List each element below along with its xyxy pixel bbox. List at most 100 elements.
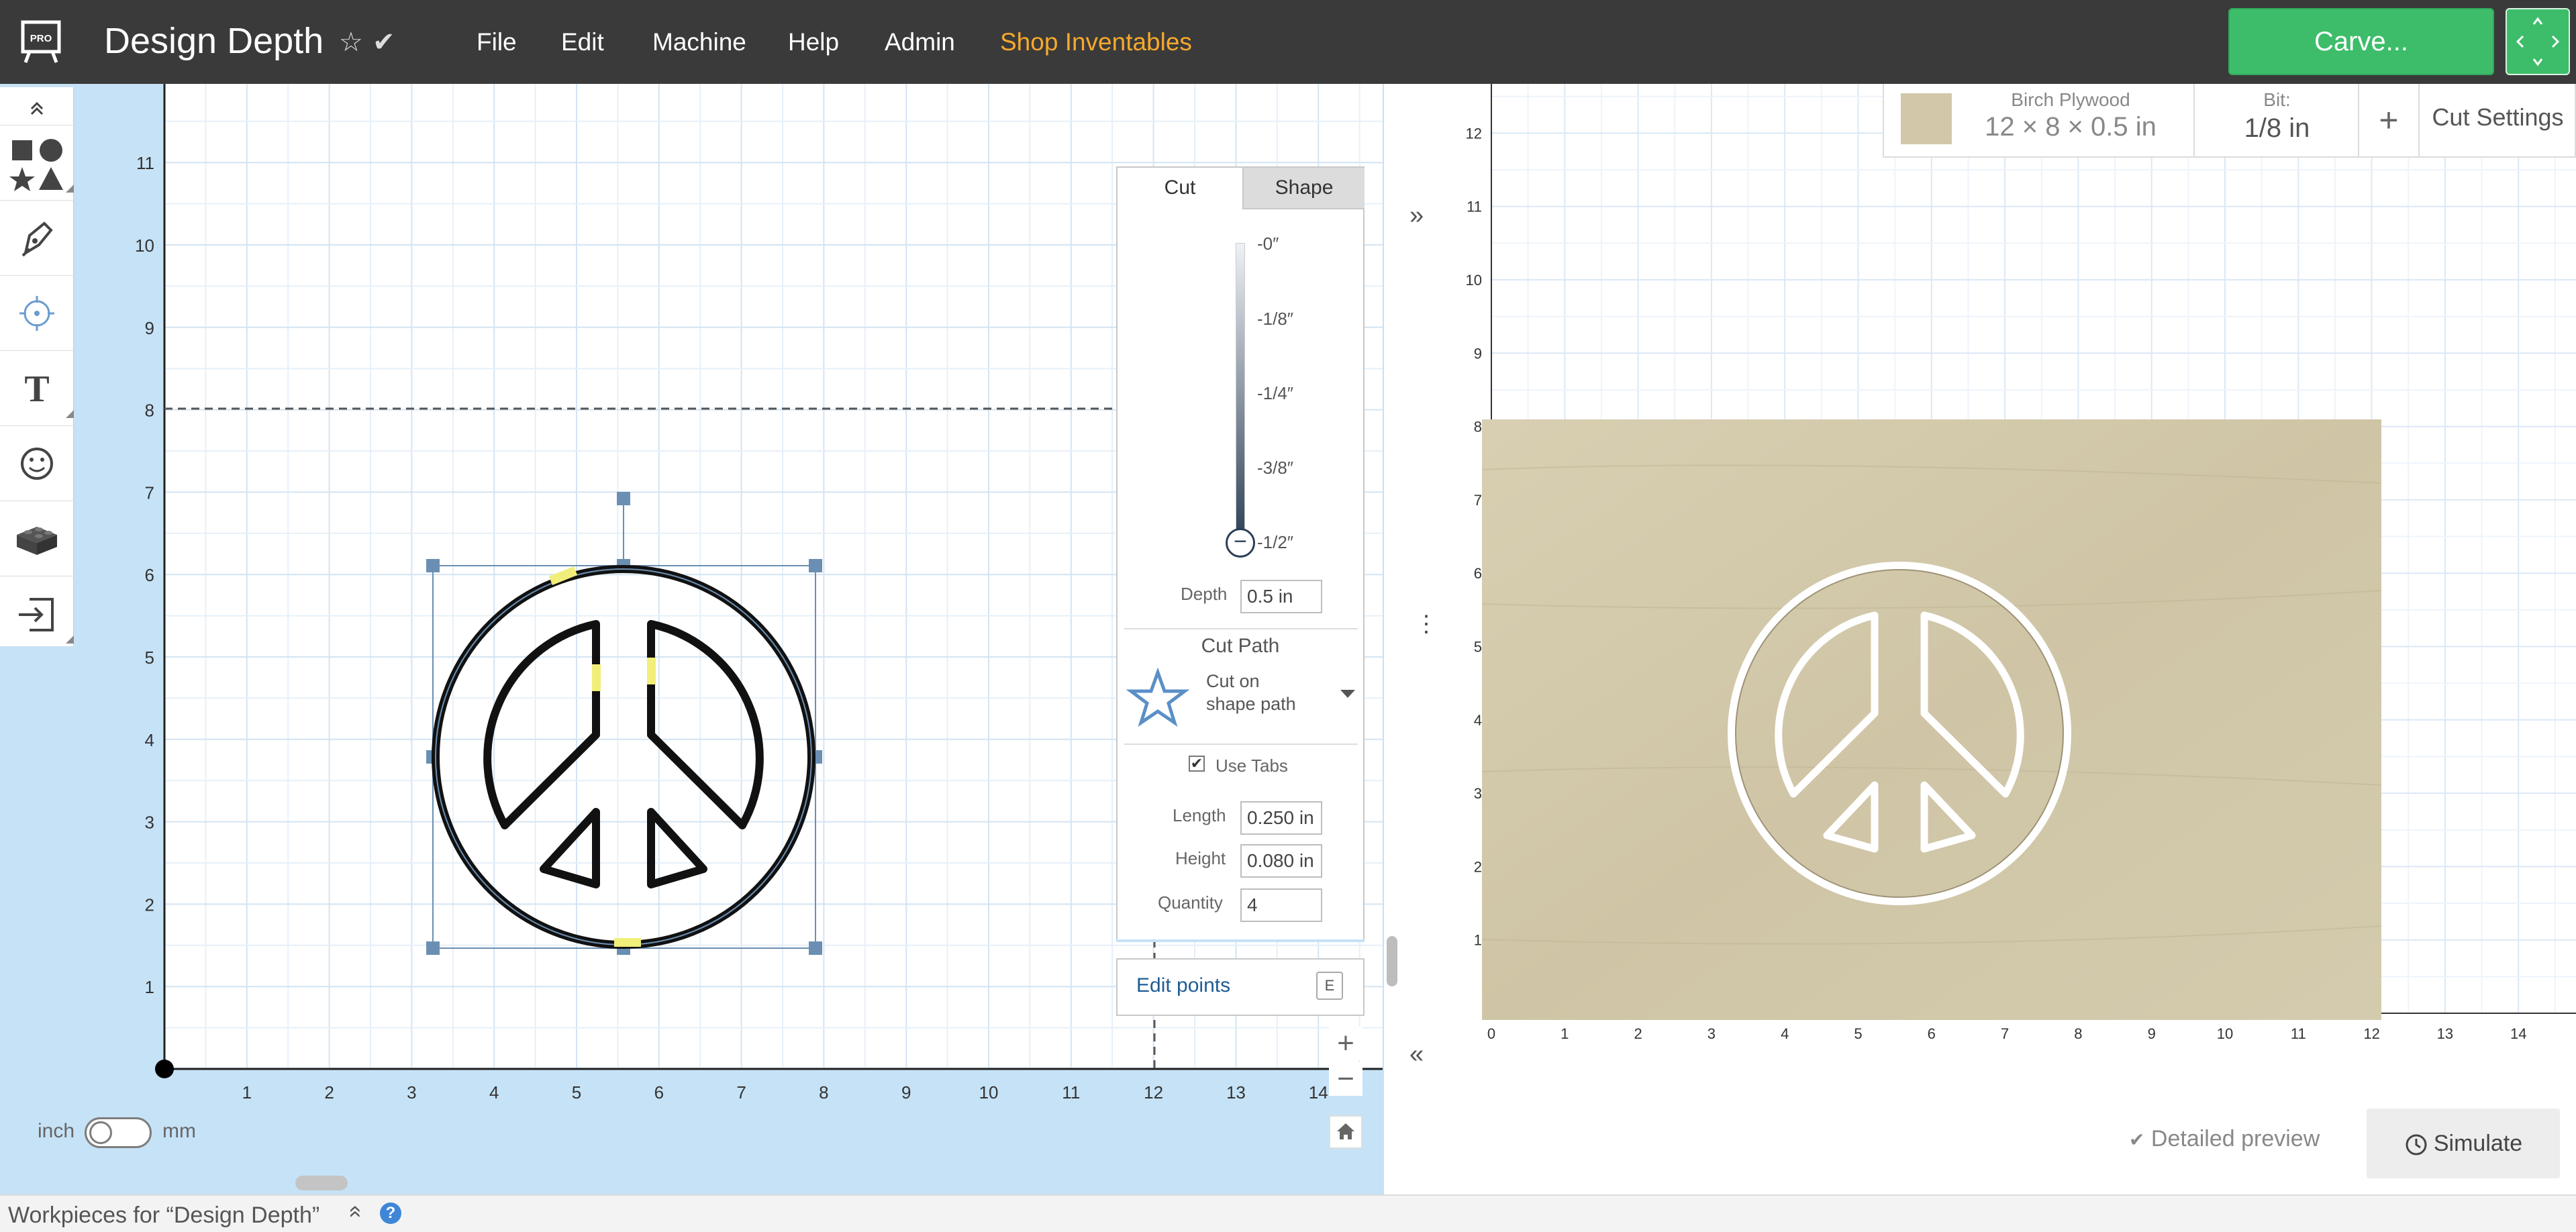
- text-icon: T: [24, 368, 74, 418]
- horizontal-scroll-thumb[interactable]: [295, 1176, 348, 1190]
- resize-handle-tr[interactable]: [809, 559, 822, 572]
- depth-input[interactable]: 0.5 in: [1240, 580, 1322, 613]
- detailed-preview-toggle[interactable]: ✔ Detailed preview: [2129, 1126, 2320, 1152]
- cut-path-title: Cut Path: [1201, 635, 1280, 657]
- cut-path-selector[interactable]: Cut on shape path: [1124, 664, 1358, 738]
- shapes-icon: [9, 139, 74, 193]
- chevron-down-icon: [1340, 690, 1355, 698]
- easel-logo-icon[interactable]: PRO: [17, 18, 64, 65]
- text-tool[interactable]: T: [0, 351, 74, 426]
- preview-y-tick-label: 4: [1474, 712, 1482, 729]
- unit-inch-label: inch: [38, 1120, 75, 1142]
- vertical-scrollbar[interactable]: [1393, 84, 1401, 1194]
- tab-shape[interactable]: Shape: [1242, 168, 1365, 209]
- chevron-up-double-icon: [30, 101, 44, 115]
- point-tool[interactable]: [0, 276, 74, 351]
- collapse-left-icon[interactable]: «: [1409, 1040, 1424, 1069]
- cut-settings-button[interactable]: Cut Settings: [2420, 84, 2576, 156]
- tab-marker: [647, 658, 656, 684]
- tab-length-input[interactable]: 0.250 in: [1240, 801, 1322, 835]
- detailed-preview-label: Detailed preview: [2150, 1126, 2320, 1151]
- cut-path-line2: shape path: [1206, 694, 1296, 714]
- tab-length-label: Length: [1173, 805, 1226, 825]
- collapse-right-icon[interactable]: »: [1409, 201, 1424, 230]
- chevron-up-icon[interactable]: »: [341, 1205, 367, 1218]
- menu-machine[interactable]: Machine: [652, 25, 746, 59]
- resize-handle-tl[interactable]: [426, 559, 440, 572]
- project-title[interactable]: Design Depth: [104, 17, 324, 64]
- star-icon[interactable]: ☆: [339, 25, 363, 59]
- depth-mark-1-2: -1/2″: [1257, 532, 1294, 552]
- home-icon: [1337, 1123, 1354, 1139]
- preview-y-tick-label: 9: [1474, 345, 1482, 362]
- import-tool[interactable]: [0, 576, 74, 652]
- emoji-tool[interactable]: [0, 426, 74, 501]
- menu-shop-inventables[interactable]: Shop Inventables: [1000, 25, 1192, 59]
- x-tick-label: 6: [654, 1082, 664, 1102]
- import-icon: [19, 598, 74, 644]
- unit-toggle[interactable]: [85, 1117, 152, 1148]
- add-bit-button[interactable]: +: [2359, 84, 2420, 156]
- expand-button[interactable]: [2506, 8, 2570, 75]
- menu-help[interactable]: Help: [788, 25, 839, 59]
- menu-file[interactable]: File: [477, 25, 517, 59]
- lego-brick-icon: [17, 527, 57, 555]
- menu-admin[interactable]: Admin: [885, 25, 955, 59]
- preview-x-tick-label: 10: [2217, 1025, 2233, 1042]
- depth-slider[interactable]: [1236, 243, 1245, 544]
- depth-mark-1-8: -1/8″: [1257, 309, 1294, 329]
- depth-slider-handle[interactable]: −: [1226, 528, 1255, 558]
- resize-handle-br[interactable]: [809, 941, 822, 955]
- material-swatch: [1901, 93, 1952, 144]
- resize-handle-bl[interactable]: [426, 941, 440, 955]
- y-tick-label: 2: [145, 894, 154, 915]
- toolbox-collapse[interactable]: [0, 87, 74, 125]
- cut-path-line1: Cut on: [1206, 671, 1260, 691]
- pen-tool[interactable]: [0, 201, 74, 276]
- preview-x-tick-label: 0: [1487, 1025, 1495, 1042]
- simulate-button[interactable]: Simulate: [2367, 1109, 2560, 1178]
- y-tick-label: 1: [145, 977, 154, 997]
- shapes-tool[interactable]: [0, 125, 74, 201]
- use-tabs-checkbox[interactable]: ✔: [1189, 756, 1205, 772]
- rotate-handle[interactable]: [617, 492, 630, 505]
- y-tick-label: 11: [136, 153, 154, 173]
- material-selector[interactable]: Birch Plywood 12 × 8 × 0.5 in: [1884, 84, 2195, 156]
- x-tick-label: 3: [407, 1082, 416, 1102]
- material-toolbar: Birch Plywood 12 × 8 × 0.5 in Bit: 1/8 i…: [1883, 84, 2576, 158]
- help-icon[interactable]: ?: [380, 1202, 401, 1224]
- bit-value: 1/8 in: [2244, 113, 2310, 143]
- vertical-scroll-thumb[interactable]: [1387, 936, 1397, 986]
- edit-points-button[interactable]: Edit points E: [1116, 958, 1365, 1016]
- material-name: Birch Plywood: [2011, 89, 2130, 110]
- zoom-out-button[interactable]: −: [1329, 1062, 1363, 1096]
- unit-mm-label: mm: [162, 1120, 196, 1142]
- preview-y-tick-label: 7: [1474, 492, 1482, 509]
- y-tick-label: 4: [145, 730, 154, 750]
- carve-button[interactable]: Carve...: [2228, 8, 2494, 75]
- y-tick-label: 5: [145, 648, 154, 668]
- tab-marker: [592, 664, 601, 691]
- preview-y-tick-label: 6: [1474, 565, 1482, 582]
- home-view-button[interactable]: [1329, 1115, 1363, 1149]
- tab-cut[interactable]: Cut: [1118, 168, 1242, 209]
- preview-x-tick-label: 12: [2363, 1025, 2379, 1042]
- preview-x-tick-label: 3: [1707, 1025, 1716, 1042]
- zoom-in-button[interactable]: +: [1329, 1027, 1363, 1060]
- preview-y-tick-label: 12: [1466, 125, 1482, 142]
- menu-edit[interactable]: Edit: [561, 25, 604, 59]
- preview-y-tick-label: 5: [1474, 639, 1482, 656]
- tab-quantity-input[interactable]: 4: [1240, 888, 1322, 922]
- preview-y-tick-label: 8: [1474, 419, 1482, 435]
- workpieces-bar[interactable]: Workpieces for “Design Depth” » ?: [0, 1194, 2576, 1232]
- edit-points-shortcut: E: [1316, 972, 1343, 1000]
- y-tick-label: 8: [145, 401, 154, 421]
- bit-selector[interactable]: Bit: 1/8 in: [2195, 84, 2359, 156]
- workpieces-label[interactable]: Workpieces for “Design Depth”: [8, 1202, 319, 1229]
- x-tick-label: 2: [324, 1082, 334, 1102]
- x-tick-label: 5: [572, 1082, 581, 1102]
- apps-tool[interactable]: [0, 501, 74, 576]
- preview-x-tick-label: 8: [2074, 1025, 2082, 1042]
- tab-height-input[interactable]: 0.080 in: [1240, 844, 1322, 878]
- preview-y-tick-label: 11: [1467, 199, 1482, 215]
